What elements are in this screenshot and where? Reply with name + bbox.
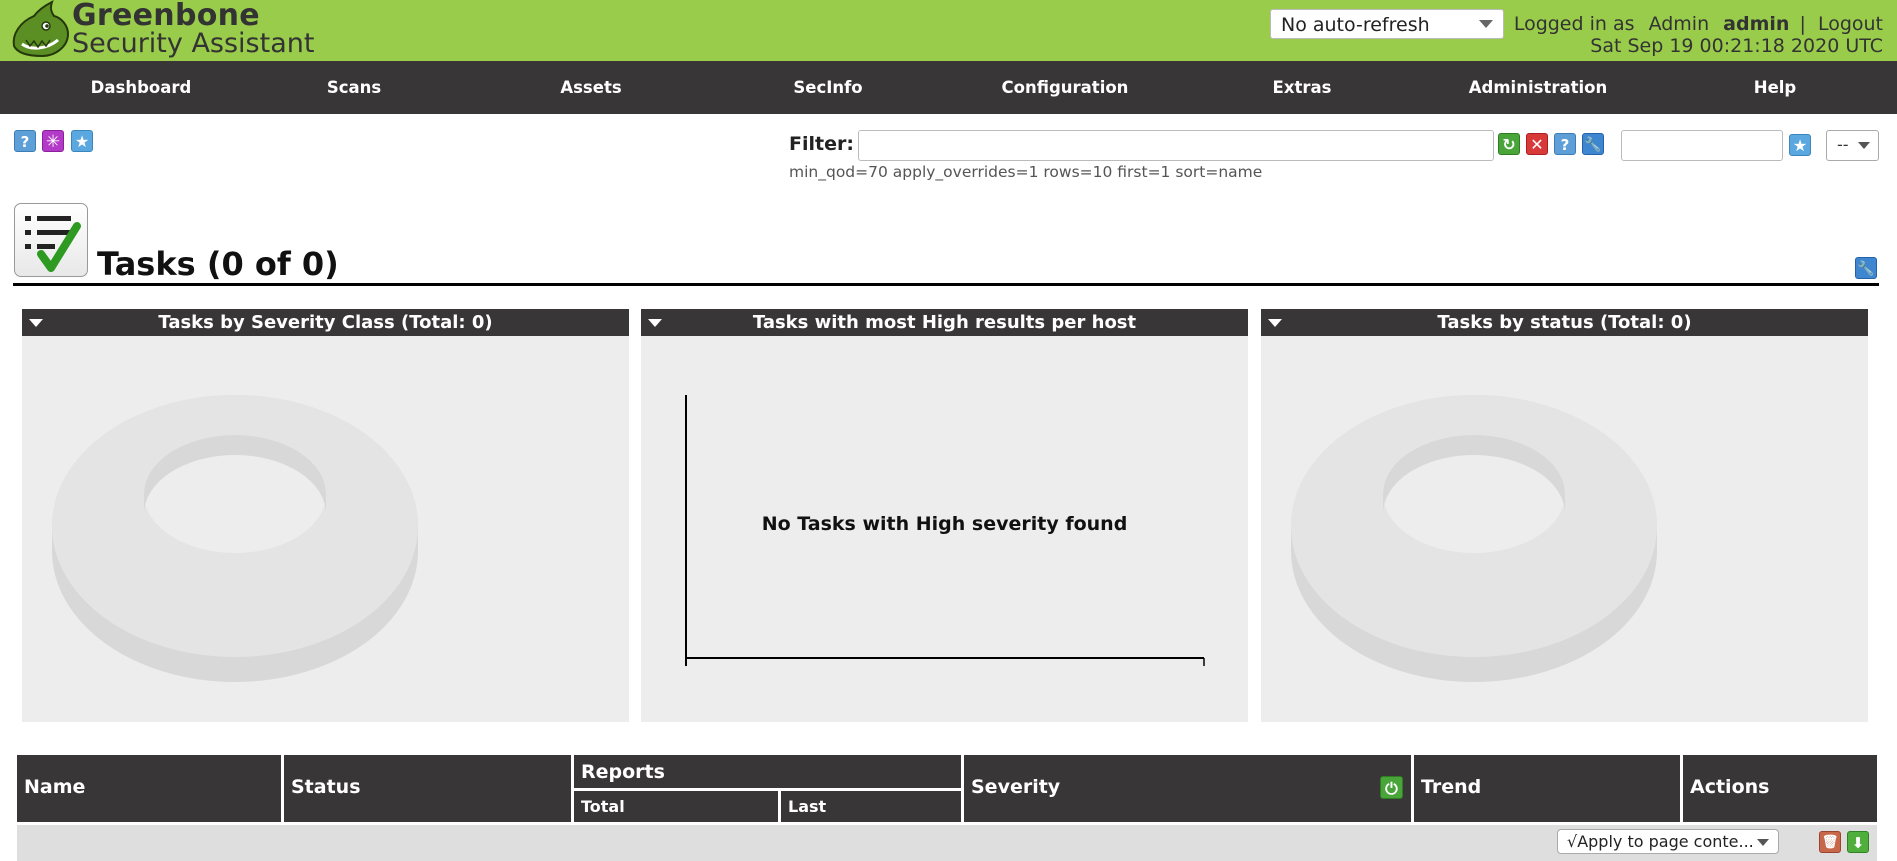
empty-donut-chart — [52, 395, 418, 682]
panel-header[interactable]: Tasks by Severity Class (Total: 0) — [22, 309, 629, 336]
panel-title: Tasks by Severity Class (Total: 0) — [158, 312, 493, 333]
nav-dashboard[interactable]: Dashboard — [91, 61, 192, 114]
collapse-triangle-icon[interactable] — [1268, 319, 1282, 327]
panel-title: Tasks by status (Total: 0) — [1437, 312, 1692, 333]
nav-configuration[interactable]: Configuration — [1002, 61, 1129, 114]
no-data-message: No Tasks with High severity found — [761, 513, 1128, 535]
trash-icon[interactable]: 🗑 — [1819, 831, 1841, 853]
nav-assets[interactable]: Assets — [560, 61, 621, 114]
filter-name-input[interactable] — [1621, 130, 1783, 161]
main-nav: Dashboard Scans Assets SecInfo Configura… — [0, 61, 1897, 114]
column-header-reports-last[interactable]: Last — [781, 791, 961, 822]
page-title: Tasks (0 of 0) — [97, 245, 339, 283]
help-icon[interactable]: ? — [14, 130, 36, 152]
export-download-icon[interactable]: ⬇ — [1847, 831, 1869, 853]
logout-link[interactable]: Logout — [1818, 13, 1883, 35]
edit-filter-wrench-icon[interactable]: 🔧 — [1582, 133, 1604, 155]
brand-subtitle: Security Assistant — [72, 28, 315, 59]
column-header-reports-total[interactable]: Total — [574, 791, 778, 822]
empty-donut-chart — [1291, 395, 1657, 682]
login-info: Logged in as Admin admin | Logout — [1514, 13, 1883, 35]
nav-extras[interactable]: Extras — [1273, 61, 1332, 114]
high-results-chart-panel: Tasks with most High results per host No… — [641, 309, 1248, 722]
filter-label: Filter: — [789, 133, 854, 155]
top-header: Greenbone Security Assistant No auto-ref… — [0, 0, 1897, 61]
task-status-chart-panel: Tasks by status (Total: 0) — [1261, 309, 1868, 722]
save-filter-star-icon[interactable]: ★ — [1789, 134, 1811, 156]
auto-refresh-value: No auto-refresh — [1281, 14, 1430, 36]
nav-administration[interactable]: Administration — [1469, 61, 1607, 114]
severity-class-chart-panel: Tasks by Severity Class (Total: 0) — [22, 309, 629, 722]
task-wizard-icon[interactable]: ✳ — [42, 130, 64, 152]
toggle-overrides-icon[interactable]: ⏻ — [1380, 776, 1403, 799]
column-header-reports: Reports — [574, 755, 961, 788]
saved-filter-select[interactable]: -- — [1826, 130, 1879, 161]
separator: | — [1799, 13, 1806, 35]
column-header-severity[interactable]: Severity ⏻ — [964, 755, 1411, 822]
column-header-name[interactable]: Name — [17, 755, 281, 822]
panel-header[interactable]: Tasks with most High results per host — [641, 309, 1248, 336]
current-datetime: Sat Sep 19 00:21:18 2020 UTC — [1590, 35, 1883, 57]
column-header-actions: Actions — [1683, 755, 1877, 822]
collapse-triangle-icon[interactable] — [29, 319, 43, 327]
filter-input[interactable] — [858, 130, 1494, 161]
new-task-icon[interactable]: ★ — [71, 130, 93, 152]
update-filter-icon[interactable]: ↻ — [1498, 133, 1520, 155]
bulk-apply-select[interactable]: √Apply to page conte... — [1557, 829, 1779, 854]
column-header-trend[interactable]: Trend — [1414, 755, 1680, 822]
reset-filter-icon[interactable]: ✕ — [1526, 133, 1548, 155]
column-header-status[interactable]: Status — [284, 755, 571, 822]
filter-summary: min_qod=70 apply_overrides=1 rows=10 fir… — [789, 163, 1263, 181]
chevron-down-icon — [1479, 20, 1493, 28]
username-link[interactable]: admin — [1723, 13, 1789, 35]
auto-refresh-select[interactable]: No auto-refresh — [1270, 9, 1504, 39]
nav-scans[interactable]: Scans — [327, 61, 381, 114]
panel-title: Tasks with most High results per host — [752, 312, 1137, 333]
bulk-apply-value: √Apply to page conte... — [1567, 832, 1754, 851]
user-role: Admin — [1648, 13, 1710, 35]
panel-header[interactable]: Tasks by status (Total: 0) — [1261, 309, 1868, 336]
saved-filter-value: -- — [1837, 135, 1849, 154]
tasks-section-icon — [14, 203, 88, 277]
title-divider — [13, 283, 1879, 286]
nav-secinfo[interactable]: SecInfo — [793, 61, 862, 114]
greenbone-logo-icon — [12, 0, 70, 58]
edit-dashboard-wrench-icon[interactable]: 🔧 — [1855, 257, 1877, 279]
logged-in-label: Logged in as — [1513, 13, 1635, 35]
collapse-triangle-icon[interactable] — [648, 319, 662, 327]
chevron-down-icon — [1757, 839, 1769, 846]
nav-help[interactable]: Help — [1754, 61, 1796, 114]
chevron-down-icon — [1858, 142, 1870, 149]
filter-help-icon[interactable]: ? — [1554, 133, 1576, 155]
